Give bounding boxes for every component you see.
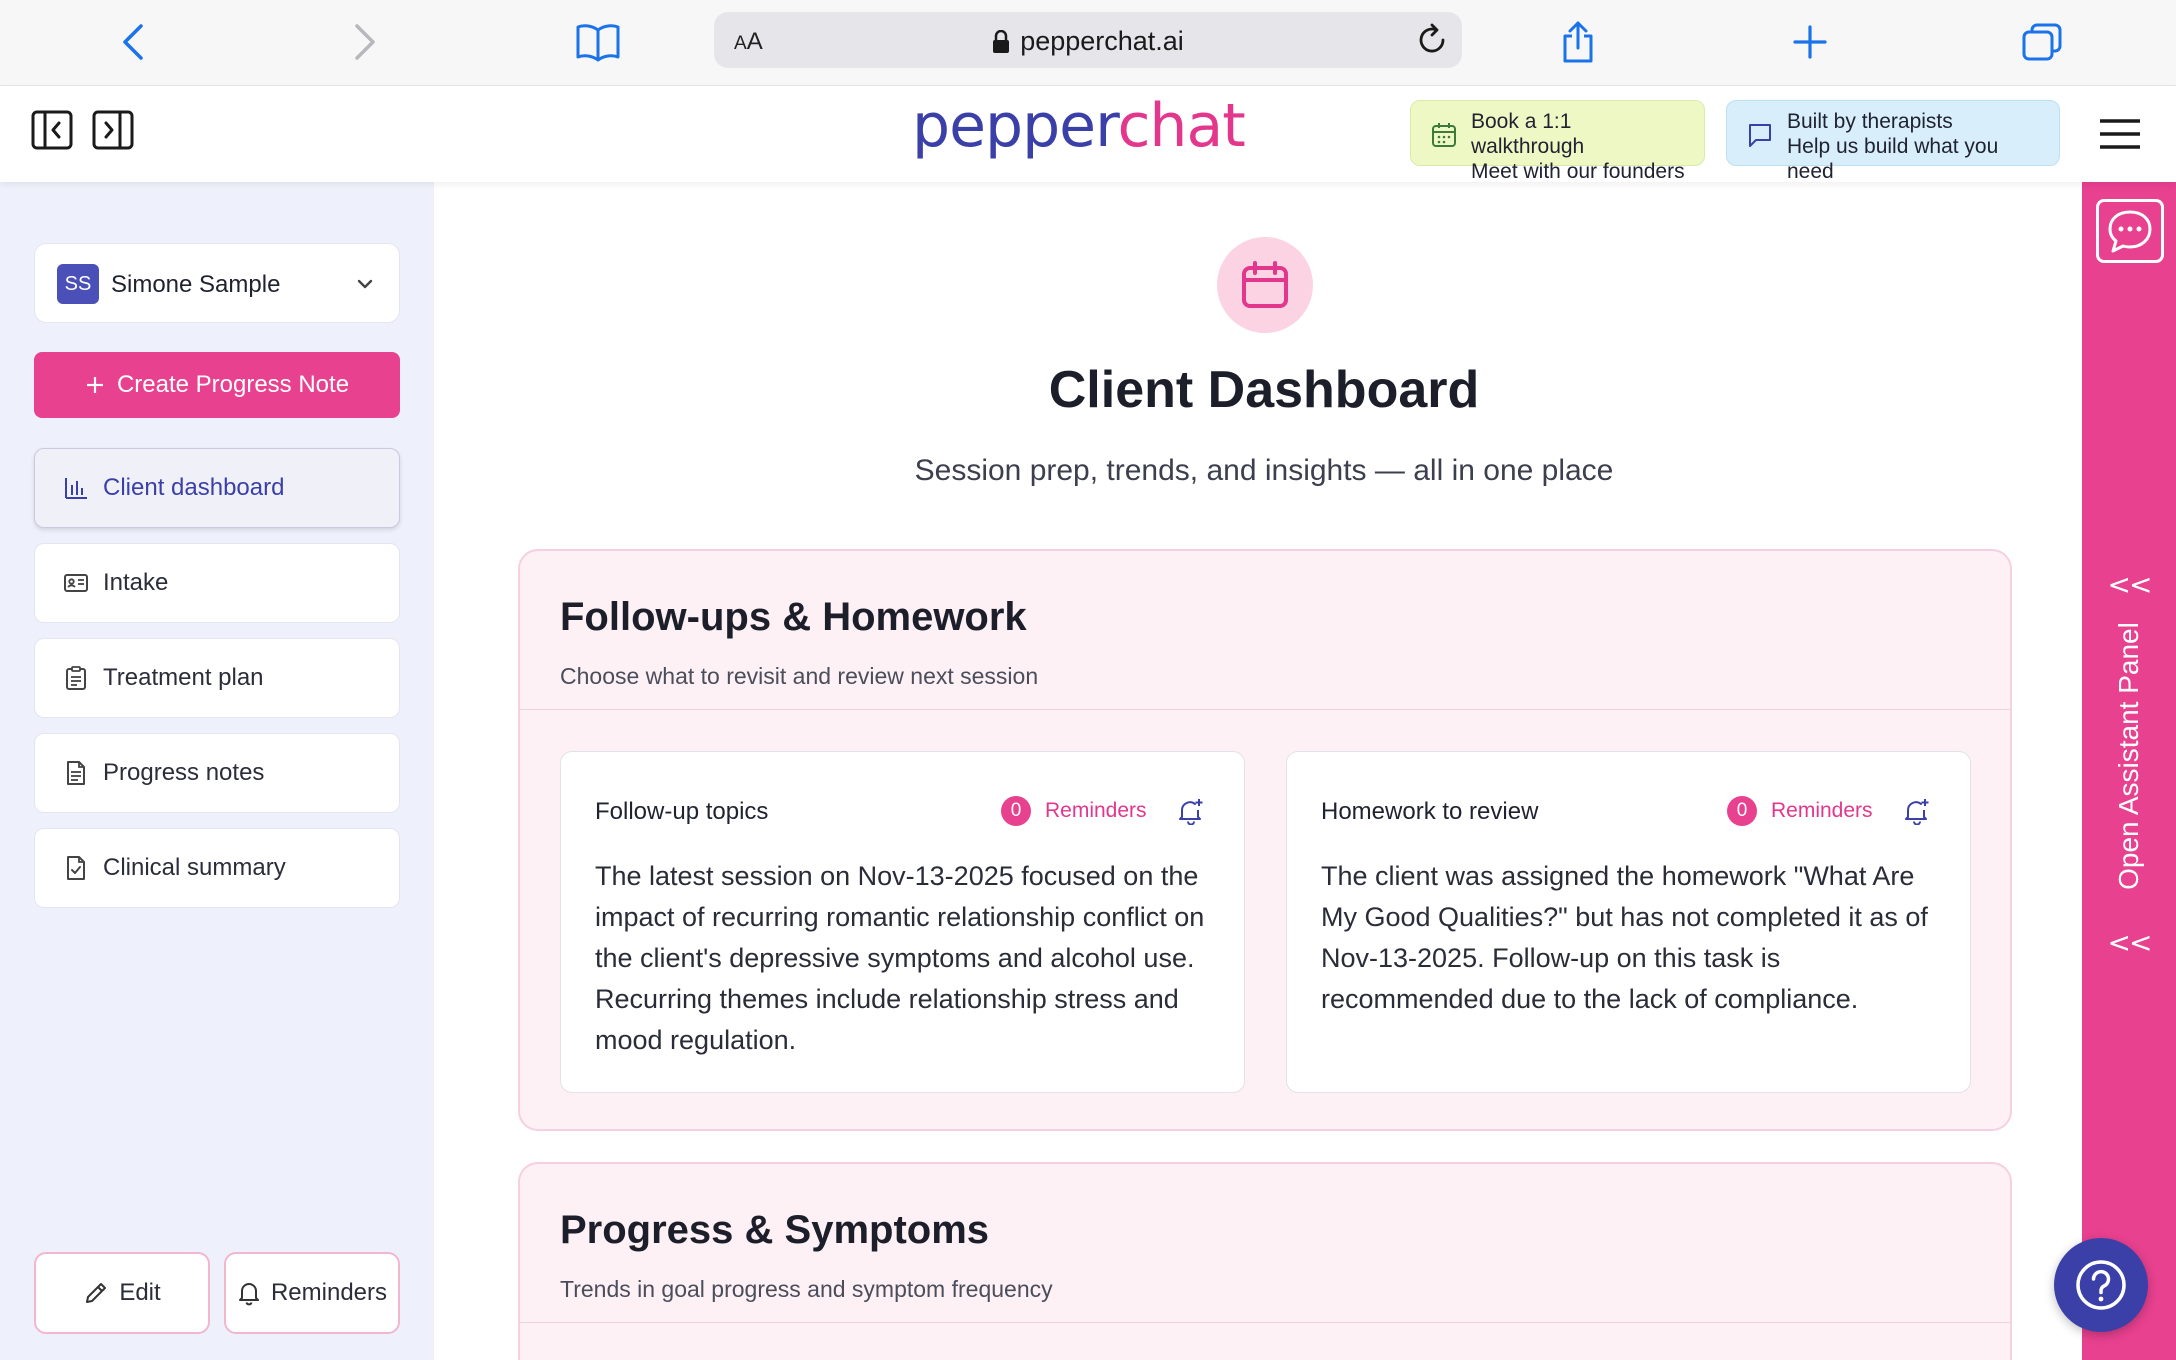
pepperchat-logo[interactable]: pepperchat — [912, 96, 1246, 156]
card-text: The latest session on Nov-13-2025 focuse… — [595, 861, 1205, 1055]
clipboard-icon — [66, 666, 86, 690]
book-walkthrough-button[interactable]: Book a 1:1 walkthrough Meet with our fou… — [1410, 100, 1705, 183]
chevron-right-icon — [355, 24, 375, 60]
card-text: The client was assigned the homework "Wh… — [1321, 861, 1928, 1014]
message-square-icon — [1749, 124, 1771, 147]
menu-button[interactable] — [2098, 116, 2142, 152]
tabs-overview-button[interactable] — [2014, 14, 2070, 70]
document-icon — [67, 761, 85, 785]
id-card-icon — [64, 574, 88, 592]
sidebar-item-label: Clinical summary — [103, 854, 286, 881]
sidebar-item-label: Intake — [103, 569, 169, 596]
sidebar-item-progress-notes[interactable]: Progress notes — [34, 733, 400, 813]
back-button[interactable] — [106, 14, 162, 70]
browser-toolbar: AA pepperchat.ai — [0, 0, 2176, 86]
hamburger-icon — [2100, 119, 2140, 149]
chevron-down-icon — [357, 279, 373, 289]
bell-plus-icon[interactable] — [1177, 797, 1205, 825]
forward-button[interactable] — [336, 14, 392, 70]
expand-arrows-top: << — [2107, 568, 2153, 601]
pencil-icon — [86, 1283, 107, 1303]
calendar-icon — [1242, 261, 1288, 308]
plus-icon — [1793, 25, 1827, 59]
card-title: Homework to review — [1321, 798, 1539, 825]
client-selector[interactable]: SS Simone Sample — [34, 243, 400, 323]
page-subtitle: Session prep, trends, and insights — all… — [914, 454, 1614, 487]
plus-icon — [86, 377, 103, 393]
create-progress-note-button[interactable]: Create Progress Note — [34, 352, 400, 418]
sidebar-item-intake[interactable]: Intake — [34, 543, 400, 623]
main-content: Client Dashboard Session prep, trends, a… — [434, 182, 2082, 1360]
section-title: Follow-ups & Homework — [560, 595, 1027, 639]
new-tab-button[interactable] — [1782, 14, 1838, 70]
reminders-indicator[interactable]: 0 Reminders — [1727, 796, 1931, 826]
expand-arrows-bottom: << — [2107, 926, 2153, 959]
reminders-link[interactable]: Reminders — [1045, 799, 1147, 823]
section-divider — [520, 1322, 2010, 1323]
reminder-count-badge: 0 — [1727, 796, 1757, 826]
bar-chart-icon — [65, 478, 87, 499]
collapse-left-panel-button[interactable] — [30, 108, 74, 152]
page-title: Client Dashboard — [1048, 361, 1480, 419]
panel-left-icon — [31, 110, 73, 150]
reminder-count-badge: 0 — [1001, 796, 1031, 826]
bookmarks-button[interactable] — [570, 14, 626, 70]
tabs-icon — [2022, 23, 2062, 61]
question-circle-icon — [2076, 1260, 2126, 1310]
built-by-therapists-button[interactable]: Built by therapists Help us build what y… — [1726, 100, 2060, 183]
reload-button[interactable] — [1414, 22, 1450, 58]
section-subtitle: Choose what to revisit and review next s… — [560, 663, 1039, 689]
help-button[interactable] — [2054, 1238, 2148, 1332]
panel-right-icon — [92, 110, 134, 150]
reminders-indicator[interactable]: 0 Reminders — [1001, 796, 1205, 826]
progress-symptoms-section: Progress & Symptoms Trends in goal progr… — [518, 1162, 2012, 1360]
expand-right-panel-button[interactable] — [91, 108, 135, 152]
sidebar-item-label: Client dashboard — [103, 474, 285, 501]
create-progress-note-label: Create Progress Note — [116, 371, 350, 398]
homework-review-card: Homework to review 0 Reminders The clien… — [1286, 751, 1971, 1093]
section-divider — [520, 709, 2010, 710]
section-subtitle: Trends in goal progress and symptom freq… — [560, 1276, 1053, 1302]
sidebar-item-clinical-summary[interactable]: Clinical summary — [34, 828, 400, 908]
reminders-label: Reminders — [270, 1279, 388, 1306]
open-assistant-panel-label: Open Assistant Panel — [2113, 622, 2144, 890]
promo-book-line2: Meet with our founders — [1471, 160, 1685, 183]
client-name: Simone Sample — [111, 271, 281, 298]
assistant-panel-toggle[interactable]: << Open Assistant Panel << — [2082, 182, 2176, 1360]
share-button[interactable] — [1550, 14, 1606, 70]
sidebar-item-treatment-plan[interactable]: Treatment plan — [34, 638, 400, 718]
section-title: Progress & Symptoms — [560, 1208, 990, 1252]
app-header: pepperchat Book a 1:1 walkthrough Meet w… — [0, 86, 2176, 183]
reload-icon — [1419, 23, 1445, 53]
chevron-left-icon — [123, 24, 143, 60]
followup-topics-card: Follow-up topics 0 Reminders The latest … — [560, 751, 1245, 1093]
promo-book-line1: Book a 1:1 walkthrough — [1471, 110, 1585, 158]
followups-homework-section: Follow-ups & Homework Choose what to rev… — [518, 549, 2012, 1131]
lock-icon — [993, 29, 1010, 53]
reminders-button[interactable]: Reminders — [224, 1252, 400, 1334]
edit-button[interactable]: Edit — [34, 1252, 210, 1334]
client-avatar: SS — [57, 264, 99, 304]
calendar-icon — [1432, 123, 1456, 147]
sidebar-item-client-dashboard[interactable]: Client dashboard — [34, 448, 400, 528]
share-icon — [1563, 21, 1593, 63]
bell-plus-icon[interactable] — [1903, 797, 1931, 825]
bell-icon — [238, 1283, 259, 1306]
dashboard-badge — [1217, 237, 1313, 333]
sidebar: SS Simone Sample Create Progress Note Cl… — [0, 182, 434, 1360]
edit-label: Edit — [119, 1279, 161, 1306]
chat-bubble-icon — [2108, 210, 2152, 253]
file-check-icon — [67, 856, 85, 880]
promo-built-line1: Built by therapists — [1787, 110, 1953, 133]
sidebar-item-label: Progress notes — [103, 759, 265, 786]
book-icon — [576, 24, 620, 62]
sidebar-item-label: Treatment plan — [103, 664, 264, 691]
reminders-link[interactable]: Reminders — [1771, 799, 1873, 823]
assistant-chat-button[interactable] — [2096, 199, 2164, 263]
promo-built-line2: Help us build what you need — [1787, 135, 1999, 183]
card-title: Follow-up topics — [595, 798, 769, 825]
url-text: pepperchat.ai — [1020, 26, 1184, 56]
address-bar[interactable]: AA pepperchat.ai — [714, 12, 1462, 68]
